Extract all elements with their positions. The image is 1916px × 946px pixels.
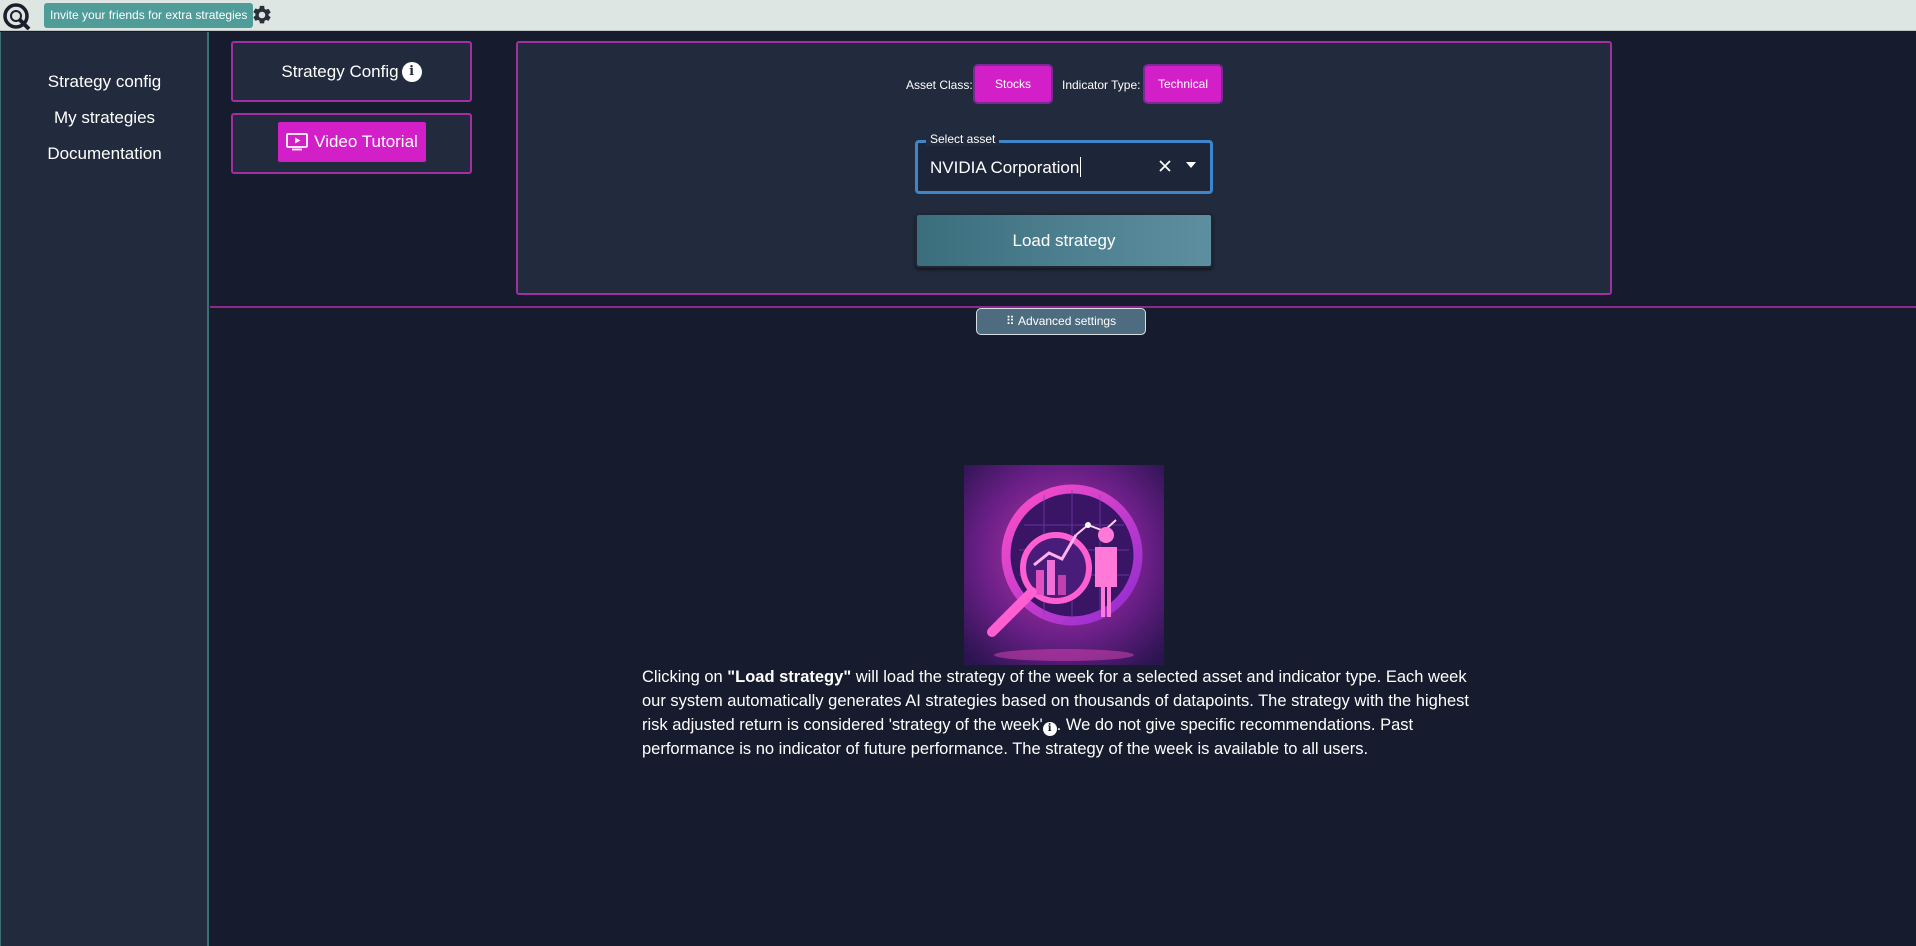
indicator-type-label: Indicator Type: [1062,78,1141,92]
invite-friends-button[interactable]: Invite your friends for extra strategies [44,3,254,28]
info-icon[interactable]: i [401,61,422,82]
sidebar-item-strategy-config[interactable]: Strategy config [1,71,208,93]
strategy-config-card: Strategy Config i [231,41,472,102]
video-tutorial-button[interactable]: Video Tutorial [278,122,426,162]
select-asset-label: Select asset [926,132,1000,146]
caret-down-icon[interactable] [1186,162,1196,168]
video-play-icon [286,133,309,151]
config-panel: Asset Class: Stocks Indicator Type: Tech… [516,41,1612,295]
select-asset-input[interactable]: NVIDIA Corporation [930,157,1081,179]
advanced-settings-button[interactable]: ⠿ Advanced settings [976,308,1146,335]
load-strategy-emphasis: "Load strategy" [727,668,852,686]
sidebar-item-my-strategies[interactable]: My strategies [1,107,208,129]
strategy-config-title: Strategy Config [281,61,399,81]
info-icon[interactable]: i [1042,722,1057,736]
sidebar-item-documentation[interactable]: Documentation [1,143,208,165]
top-bar: Invite your friends for extra strategies [0,0,1916,31]
select-asset-field[interactable]: Select asset NVIDIA Corporation [915,132,1213,194]
asset-class-label: Asset Class: [906,78,973,92]
clear-icon[interactable] [1158,159,1172,173]
indicator-type-technical-button[interactable]: Technical [1143,64,1223,104]
load-strategy-button[interactable]: Load strategy [915,213,1213,268]
video-tutorial-label: Video Tutorial [314,132,418,151]
gear-icon[interactable] [251,4,273,26]
strategy-description: Clicking on "Load strategy" will load th… [642,668,1470,758]
asset-class-stocks-button[interactable]: Stocks [973,64,1053,104]
q-logo-icon[interactable] [2,2,32,30]
video-tutorial-card: Video Tutorial [231,113,472,174]
strategy-analysis-illustration [964,465,1164,665]
sidebar: Strategy config My strategies Documentat… [0,32,209,946]
